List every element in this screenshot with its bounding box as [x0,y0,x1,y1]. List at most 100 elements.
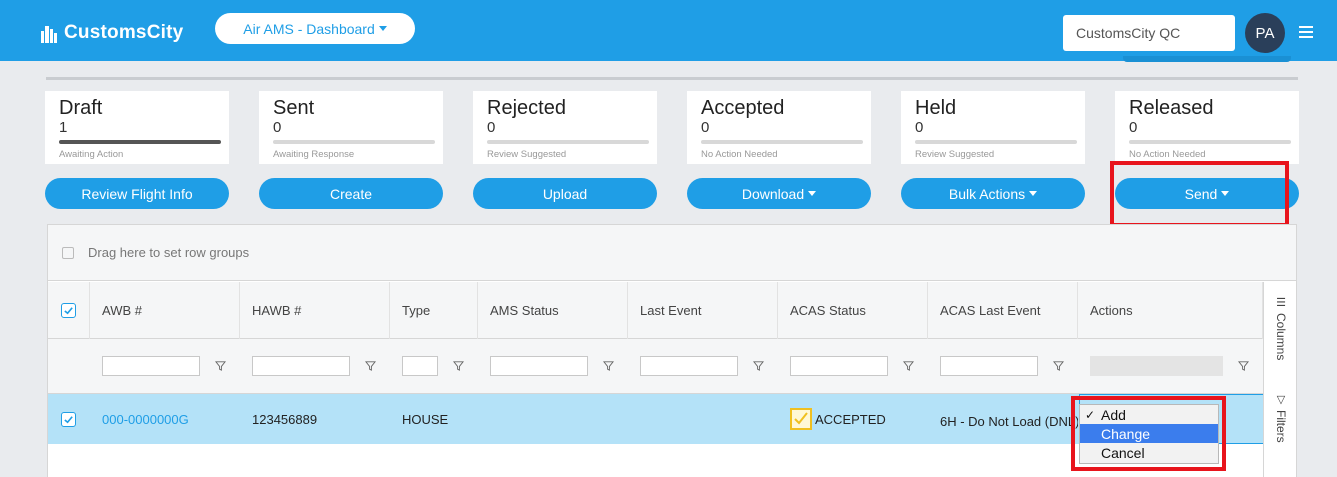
actions-filter-input [1090,356,1223,376]
button-label: Create [329,185,373,202]
dashboard-selector-button[interactable]: Air AMS - Dashboard [215,13,415,44]
button-label: Bulk Actions [948,185,1026,202]
type-cell: HOUSE [402,411,449,427]
organization-selector[interactable]: CustomsCity QC [1063,15,1235,51]
column-header-acas-status[interactable]: ACAS Status [778,282,928,339]
filter-icon[interactable] [215,360,226,371]
column-label: AMS Status [490,303,559,318]
filter-icon[interactable] [1053,360,1064,371]
row-group-placeholder: Drag here to set row groups [88,245,250,260]
bulk-actions-button[interactable]: Bulk Actions [901,178,1085,209]
card-title: Draft [59,97,103,119]
column-label: Last Event [640,303,702,318]
card-count: 0 [915,119,924,136]
card-subtitle: No Action Needed [1129,149,1206,160]
status-card-released[interactable]: Released 0 No Action Needed [1115,91,1299,164]
create-button[interactable]: Create [259,178,443,209]
card-count: 1 [59,119,68,136]
column-label: AWB # [102,303,142,318]
columns-tab[interactable]: ☰ Columns [1274,296,1288,360]
card-count: 0 [701,119,710,136]
button-label: Download [741,185,805,202]
check-icon [64,415,73,423]
card-progress-bar [273,140,435,144]
download-button[interactable]: Download [687,178,871,209]
row-group-panel[interactable]: Drag here to set row groups [48,225,1296,281]
filter-icon[interactable] [603,360,614,371]
column-header-actions[interactable]: Actions [1078,282,1263,339]
hawb-filter-input[interactable] [252,356,350,376]
last-event-filter-input[interactable] [640,356,738,376]
row-checkbox[interactable] [61,411,76,427]
columns-icon: ☰ [1274,296,1287,309]
caret-down-icon [808,191,817,196]
card-progress-bar [487,140,649,144]
column-label: Actions [1090,303,1133,318]
awb-filter-input[interactable] [102,356,200,376]
filter-icon: ▽ [1274,393,1287,406]
hawb-cell: 123456889 [252,411,318,427]
filter-icon[interactable] [1238,360,1249,371]
menu-icon[interactable] [1299,26,1313,38]
status-card-draft[interactable]: Draft 1 Awaiting Action [45,91,229,164]
column-header-awb[interactable]: AWB # [90,282,240,339]
status-card-rejected[interactable]: Rejected 0 Review Suggested [473,91,657,164]
card-progress-bar [59,140,221,144]
status-card-sent[interactable]: Sent 0 Awaiting Response [259,91,443,164]
column-header-last-event[interactable]: Last Event [628,282,778,339]
row-select-cell [61,394,76,444]
card-title: Sent [273,97,315,119]
acas-last-event-cell: 6H - Do Not Load (DNL) [940,413,1078,429]
row-group-icon [62,246,74,259]
status-card-accepted[interactable]: Accepted 0 No Action Needed [687,91,871,164]
filter-icon[interactable] [903,360,914,371]
upload-button[interactable]: Upload [473,178,657,209]
avatar-initials: PA [1255,24,1275,42]
card-title: Released [1129,97,1214,119]
section-divider [46,77,1298,80]
card-subtitle: Review Suggested [487,149,567,160]
grid-header-row: AWB # HAWB # Type AMS Status Last Event … [48,282,1263,339]
status-card-held[interactable]: Held 0 Review Suggested [901,91,1085,164]
acas-last-event-filter-input[interactable] [940,356,1038,376]
column-header-acas-last-event[interactable]: ACAS Last Event [928,282,1078,339]
card-count: 0 [273,119,282,136]
review-flight-info-button[interactable]: Review Flight Info [45,178,229,209]
acas-status-filter-input[interactable] [790,356,888,376]
columns-tab-label: Columns [1274,313,1288,361]
card-count: 0 [487,119,496,136]
accepted-check-icon [790,408,812,430]
column-label: ACAS Status [790,303,866,318]
annotation-highlight-dropdown [1071,396,1226,471]
filter-icon[interactable] [753,360,764,371]
awb-link[interactable]: 000-0000000G [102,394,189,444]
check-icon [64,307,73,315]
card-progress-bar [701,140,863,144]
column-header-hawb[interactable]: HAWB # [240,282,390,339]
card-title: Held [915,97,957,119]
card-subtitle: Awaiting Action [59,149,124,160]
column-label: Type [402,303,431,318]
customscity-logo[interactable]: CustomsCity [40,20,183,46]
filters-tab-label: Filters [1274,410,1288,443]
grid-filter-row [48,339,1263,394]
column-header-ams-status[interactable]: AMS Status [478,282,628,339]
dashboard-selector-label: Air AMS - Dashboard [243,20,375,37]
card-subtitle: Review Suggested [915,149,995,160]
select-all-checkbox[interactable] [61,303,76,318]
tool-panel: ☰ Columns ▽ Filters [1263,282,1296,477]
user-avatar[interactable]: PA [1245,13,1285,53]
column-header-type[interactable]: Type [390,282,478,339]
filter-icon[interactable] [453,360,464,371]
type-filter-input[interactable] [402,356,438,376]
filter-icon[interactable] [365,360,376,371]
card-subtitle: Awaiting Response [273,149,355,160]
ams-status-filter-input[interactable] [490,356,588,376]
top-bar: CustomsCity Air AMS - Dashboard CustomsC… [0,0,1337,61]
card-title: Rejected [487,97,566,119]
card-title: Accepted [701,97,785,119]
hidden-button-edge [1123,56,1291,62]
filters-tab[interactable]: ▽ Filters [1274,393,1288,443]
card-subtitle: No Action Needed [701,149,778,160]
column-label: HAWB # [252,303,302,318]
